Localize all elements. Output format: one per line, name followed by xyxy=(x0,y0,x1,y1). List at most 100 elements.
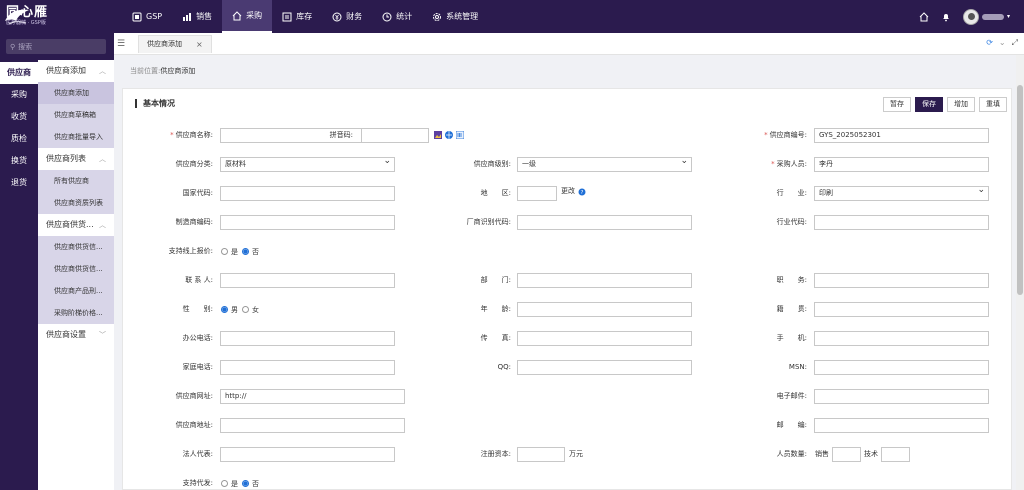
menu-item-all-suppliers[interactable]: 所有供应商 xyxy=(38,170,114,192)
form-row: 性 别: 男 女 年 龄: 籍 贯: xyxy=(123,301,1013,318)
menu-group-supplier-settings[interactable]: 供应商设置 ﹀ xyxy=(38,324,114,346)
industry-code-label: 行业代码: xyxy=(776,218,807,226)
online-quote-no[interactable]: 否 xyxy=(242,247,259,257)
home-icon[interactable] xyxy=(919,11,929,22)
region-change-link[interactable]: 更改 xyxy=(561,183,575,200)
menu-group-supplier-add[interactable]: 供应商添加 ︿ xyxy=(38,60,114,82)
origin-input[interactable] xyxy=(814,302,989,317)
region-input[interactable] xyxy=(517,186,557,201)
age-input[interactable] xyxy=(517,302,692,317)
fax-input[interactable] xyxy=(517,331,692,346)
nav-system[interactable]: 系统管理 xyxy=(422,0,488,33)
office-phone-input[interactable] xyxy=(220,331,395,346)
menu-item-supplier-import[interactable]: 供应商批量导入 xyxy=(38,126,114,148)
vendor-id-code-input[interactable] xyxy=(517,215,692,230)
agent-no[interactable]: 否 xyxy=(242,479,259,489)
menu-item-supply-info-1[interactable]: 供应商供货信... xyxy=(38,236,114,258)
category-select[interactable]: 原材料 xyxy=(220,155,395,172)
menu-item-supplier-qualifications[interactable]: 供应商资质列表 xyxy=(38,192,114,214)
globe-icon[interactable] xyxy=(445,131,453,139)
email-input[interactable] xyxy=(814,389,989,404)
image-icon[interactable] xyxy=(434,131,442,139)
draft-button[interactable]: 暂存 xyxy=(883,97,911,112)
industry-select[interactable]: 印刷 xyxy=(814,184,989,201)
search-icon: ⚲ xyxy=(10,42,16,51)
radio-checked-icon xyxy=(242,480,249,487)
module-receiving[interactable]: 收货 xyxy=(0,106,38,128)
nav-inventory[interactable]: 库存 xyxy=(272,0,322,33)
position-input[interactable] xyxy=(814,273,989,288)
bell-icon[interactable] xyxy=(941,12,951,22)
search-input[interactable]: ⚲ 搜索 xyxy=(6,39,106,54)
qq-label: QQ: xyxy=(497,363,511,371)
manufacturer-code-input[interactable] xyxy=(220,215,395,230)
postcode-input[interactable] xyxy=(814,418,989,433)
chevron-up-icon: ︿ xyxy=(99,67,106,75)
vendor-id-code-label: 厂商识别代码: xyxy=(466,218,511,226)
close-icon[interactable]: × xyxy=(196,40,203,49)
nav-finance[interactable]: 财务 xyxy=(322,0,372,33)
mobile-input[interactable] xyxy=(814,331,989,346)
menu-item-supplier-products[interactable]: 供应商产品刑... xyxy=(38,280,114,302)
menu-item-supplier-drafts[interactable]: 供应商草稿箱 xyxy=(38,104,114,126)
pinyin-input[interactable] xyxy=(361,128,429,143)
gender-female[interactable]: 女 xyxy=(242,305,259,315)
page-scrollbar[interactable] xyxy=(1016,55,1024,490)
menu-item-supplier-add[interactable]: 供应商添加 xyxy=(38,82,114,104)
module-supplier[interactable]: 供应商 xyxy=(0,62,38,84)
chevron-down-icon[interactable]: ▾ xyxy=(1007,13,1010,20)
form-row: 法人代表: 注册资本: 万元 人员数量: 销售 技术 xyxy=(123,446,1013,463)
staff-sales-input[interactable] xyxy=(832,447,861,462)
scrollbar-thumb[interactable] xyxy=(1017,85,1023,295)
agent-yes[interactable]: 是 xyxy=(221,479,238,489)
msn-input[interactable] xyxy=(814,360,989,375)
department-input[interactable] xyxy=(517,273,692,288)
barcode-icon[interactable] xyxy=(456,131,464,139)
staff-tech-input[interactable] xyxy=(881,447,910,462)
menu-item-tier-prices[interactable]: 采购阶梯价格... xyxy=(38,302,114,324)
menu-item-supply-info-2[interactable]: 供应商供货信... xyxy=(38,258,114,280)
address-input[interactable] xyxy=(220,418,405,433)
gender-male[interactable]: 男 xyxy=(221,305,238,315)
module-return[interactable]: 退货 xyxy=(0,172,38,194)
menu-group-supplier-supply[interactable]: 供应商供货... ︿ xyxy=(38,214,114,236)
nav-label: 统计 xyxy=(396,12,413,21)
chevron-down-icon[interactable]: ⌄ xyxy=(999,38,1006,48)
home-phone-input[interactable] xyxy=(220,360,395,375)
form-row: 国家代码: 地 区: 更改 ? 行 业: 印刷 xyxy=(123,183,1013,202)
nav-purchase[interactable]: 采购 xyxy=(222,0,273,33)
refresh-icon[interactable]: ⟳ xyxy=(986,38,993,48)
capital-label: 注册资本: xyxy=(480,450,511,458)
reset-button[interactable]: 重填 xyxy=(979,97,1007,112)
capital-input[interactable] xyxy=(517,447,565,462)
contact-input[interactable] xyxy=(220,273,395,288)
menu-toggle-icon[interactable]: ☰ xyxy=(114,39,128,49)
info-icon[interactable]: ? xyxy=(578,188,586,196)
radio-label: 男 xyxy=(231,305,238,314)
tab-supplier-add[interactable]: 供应商添加 × xyxy=(138,34,212,53)
online-quote-yes[interactable]: 是 xyxy=(221,247,238,257)
website-input[interactable]: http:// xyxy=(220,389,405,404)
nav-sales[interactable]: 销售 xyxy=(172,0,222,33)
module-purchase[interactable]: 采购 xyxy=(0,84,38,106)
fullscreen-icon[interactable]: ⤢ xyxy=(1012,38,1018,48)
tab-label: 供应商添加 xyxy=(147,40,182,48)
supplier-code-input[interactable]: GYS_2025052301 xyxy=(814,128,989,143)
buyer-input[interactable]: 李丹 xyxy=(814,157,989,172)
save-button[interactable]: 保存 xyxy=(915,97,943,112)
logo[interactable]: 同心雁 医疗器械 · GSP版 xyxy=(0,0,114,33)
user-name-blurred[interactable] xyxy=(981,13,1004,20)
module-quality-check[interactable]: 质检 xyxy=(0,128,38,150)
menu-group-supplier-list[interactable]: 供应商列表 ︿ xyxy=(38,148,114,170)
qq-input[interactable] xyxy=(517,360,692,375)
level-select[interactable]: 一级 xyxy=(517,155,692,172)
module-exchange[interactable]: 换货 xyxy=(0,150,38,172)
nav-gsp[interactable]: GSP xyxy=(122,0,172,33)
add-button[interactable]: 增加 xyxy=(947,97,975,112)
nav-statistics[interactable]: 统计 xyxy=(372,0,422,33)
avatar[interactable] xyxy=(962,8,979,25)
legal-rep-input[interactable] xyxy=(220,447,395,462)
industry-code-input[interactable] xyxy=(814,215,989,230)
module-sidebar: 供应商 采购 收货 质检 换货 退货 xyxy=(0,33,38,490)
country-code-input[interactable] xyxy=(220,186,395,201)
